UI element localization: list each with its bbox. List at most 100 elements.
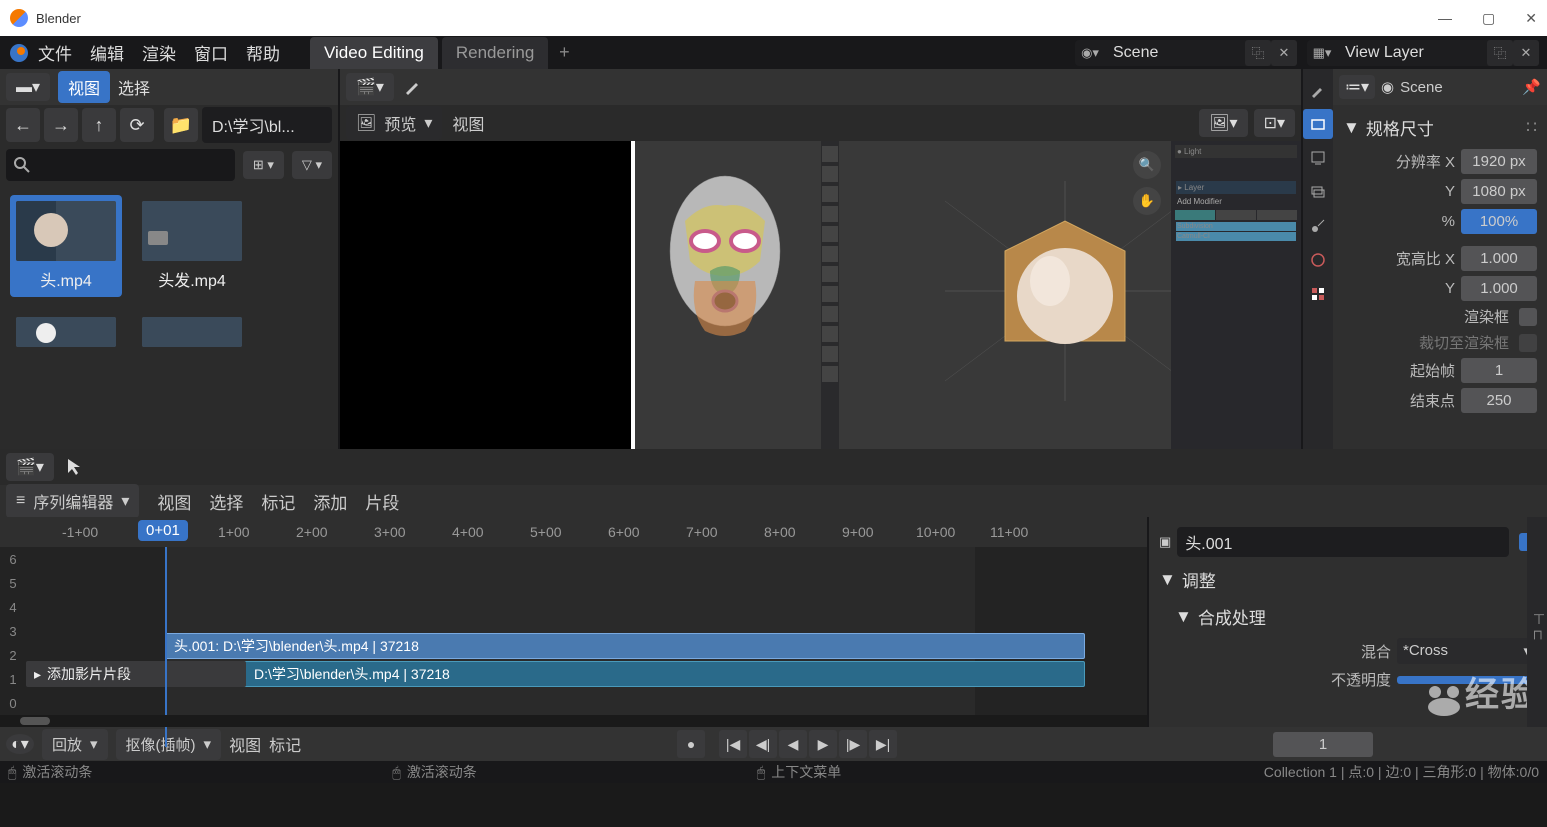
frame-end-field[interactable]: 250 [1461, 388, 1537, 413]
pb-view-menu[interactable]: 视图 [229, 732, 261, 756]
blend-mode-dropdown[interactable]: *Cross▾ [1397, 638, 1537, 664]
file-item-hair[interactable]: 头发.mp4 [136, 195, 248, 297]
minimize-button[interactable]: — [1438, 10, 1452, 27]
filter-button[interactable]: ▽ ▾ [292, 151, 332, 179]
viewlayer-new-button[interactable]: ⿻ [1487, 40, 1513, 66]
preview-editor-type[interactable]: 🎬▾ [346, 73, 394, 101]
add-movie-strip-label: ▸添加影片片段 [26, 661, 246, 687]
prop-tab-texture[interactable] [1303, 279, 1333, 309]
file-item-head[interactable]: 头.mp4 [10, 195, 122, 297]
nav-refresh-button[interactable]: ⟳ [120, 108, 154, 142]
pan-icon[interactable]: ✋ [1133, 187, 1161, 215]
preview-mode-dropdown[interactable]: 🖼 预览 ▾ [346, 106, 442, 140]
fb-select-button[interactable]: 选择 [118, 75, 150, 99]
nav-back-button[interactable]: ← [6, 108, 40, 142]
timeline-tracks[interactable]: 0 1 2 3 4 5 6 头.001: D:\学习\blender\头.mp4… [0, 547, 1147, 715]
preview-overlay-button[interactable]: ⊡▾ [1254, 109, 1295, 137]
timeline[interactable]: -1+00 0+01 1+00 2+00 3+00 4+00 5+00 6+00… [0, 517, 1147, 727]
playback-popover[interactable]: 回放▾ [42, 729, 108, 760]
seq-view-menu[interactable]: 视图 [157, 489, 191, 514]
seq-select-menu[interactable]: 选择 [209, 489, 243, 514]
seq-marker-menu[interactable]: 标记 [261, 489, 295, 514]
keying-popover[interactable]: 抠像(插帧)▾ [116, 729, 222, 760]
current-frame-field[interactable]: 1 [1273, 732, 1373, 757]
timeline-scrollbar[interactable] [0, 715, 1147, 727]
jump-end-button[interactable]: ▶| [869, 730, 897, 758]
opacity-slider[interactable] [1397, 676, 1537, 684]
workspace-tab-video-editing[interactable]: Video Editing [310, 37, 438, 69]
aspect-x-field[interactable]: 1.000 [1461, 246, 1537, 271]
strip-name-field[interactable] [1177, 527, 1509, 557]
prop-tab-output[interactable] [1303, 143, 1333, 173]
zoom-icon[interactable]: 🔍 [1133, 151, 1161, 179]
play-button[interactable]: ▶ [809, 730, 837, 758]
keyframe-next-button[interactable]: |▶ [839, 730, 867, 758]
viewlayer-delete-button[interactable]: ✕ [1513, 40, 1539, 66]
adjust-panel-header[interactable]: ▼调整∷ [1155, 561, 1541, 598]
scene-delete-button[interactable]: ✕ [1271, 40, 1297, 66]
workspace-tab-rendering[interactable]: Rendering [442, 37, 548, 69]
prop-tab-scene[interactable] [1303, 211, 1333, 241]
timeline-ruler[interactable]: -1+00 0+01 1+00 2+00 3+00 4+00 5+00 6+00… [0, 517, 1147, 547]
side-tabs[interactable]: ⊢ ⊏ [1527, 517, 1547, 727]
prop-tab-render[interactable] [1303, 109, 1333, 139]
resolution-pct-field[interactable]: 100% [1461, 209, 1537, 234]
scene-breadcrumb[interactable]: Scene [1400, 79, 1443, 96]
nav-newfolder-button[interactable]: 📁 [164, 108, 198, 142]
menu-file[interactable]: 文件 [38, 40, 72, 65]
render-border-checkbox[interactable] [1519, 308, 1537, 326]
close-button[interactable]: ✕ [1525, 10, 1537, 27]
seq-add-menu[interactable]: 添加 [313, 489, 347, 514]
sequencer-editor-type[interactable]: 🎬▾ [6, 453, 54, 481]
preview-view-menu[interactable]: 视图 [452, 111, 484, 135]
jump-start-button[interactable]: |◀ [719, 730, 747, 758]
sequencer-mode-dropdown[interactable]: ≡序列编辑器▾ [6, 484, 139, 518]
prop-tab-world[interactable] [1303, 245, 1333, 275]
seq-strip-menu[interactable]: 片段 [365, 489, 399, 514]
menu-window[interactable]: 窗口 [194, 40, 228, 65]
scene-field[interactable] [1105, 40, 1245, 66]
cursor-tool-icon[interactable] [64, 455, 88, 479]
preview-canvas[interactable]: ● Light ▸ Layer Add Modifier Subdivision… [340, 141, 1301, 449]
frame-start-field[interactable]: 1 [1461, 358, 1537, 383]
keyframe-prev-button[interactable]: ◀| [749, 730, 777, 758]
chevron-down-icon: ▾ [424, 113, 432, 133]
prop-tab-viewlayer[interactable] [1303, 177, 1333, 207]
pb-marker-menu[interactable]: 标记 [269, 732, 301, 756]
outliner-type[interactable]: ≔▾ [1339, 75, 1375, 99]
resolution-y-field[interactable]: 1080 px [1461, 179, 1537, 204]
playhead-frame[interactable]: 0+01 [138, 520, 188, 541]
dimensions-panel-header[interactable]: ▼ 规格尺寸 ∷ [1339, 109, 1541, 146]
search-input[interactable] [6, 149, 235, 181]
file-item-3[interactable] [10, 311, 122, 353]
strip-icon: ▣ [1159, 534, 1171, 550]
viewlayer-field[interactable] [1337, 40, 1487, 66]
crop-border-checkbox[interactable] [1519, 334, 1537, 352]
scene-new-button[interactable]: ⿻ [1245, 40, 1271, 66]
pin-icon[interactable]: 📌 [1522, 78, 1541, 96]
nav-forward-button[interactable]: → [44, 108, 78, 142]
play-reverse-button[interactable]: ◀ [779, 730, 807, 758]
fb-view-button[interactable]: 视图 [58, 71, 110, 103]
aspect-y-field[interactable]: 1.000 [1461, 276, 1537, 301]
compositing-panel-header[interactable]: ▼合成处理 [1155, 598, 1541, 635]
timeline-editor-type[interactable]: ◐▾ [6, 734, 34, 754]
workspace-add-button[interactable]: + [552, 42, 576, 63]
preview-display-button[interactable]: 🖼▾ [1199, 109, 1247, 137]
video-strip-1[interactable]: D:\学习\blender\头.mp4 | 37218 [165, 661, 1085, 687]
nav-up-button[interactable]: ↑ [82, 108, 116, 142]
panel-menu-icon[interactable]: ∷ [1526, 118, 1537, 138]
file-item-4[interactable] [136, 311, 248, 353]
display-mode-button[interactable]: ⊞ ▾ [243, 151, 284, 179]
eyedropper-icon[interactable] [402, 77, 422, 97]
menu-help[interactable]: 帮助 [246, 40, 280, 65]
path-field[interactable]: D:\学习\bl... [202, 107, 332, 143]
menu-render[interactable]: 渲染 [142, 40, 176, 65]
video-strip-2[interactable]: 头.001: D:\学习\blender\头.mp4 | 37218 [165, 633, 1085, 659]
filebrowser-editor-type[interactable]: ▬▾ [6, 73, 50, 101]
resolution-x-field[interactable]: 1920 px [1461, 149, 1537, 174]
prop-tab-tool[interactable] [1303, 75, 1333, 105]
maximize-button[interactable]: ▢ [1482, 10, 1495, 27]
menu-edit[interactable]: 编辑 [90, 40, 124, 65]
autokey-button[interactable]: ● [677, 730, 705, 758]
